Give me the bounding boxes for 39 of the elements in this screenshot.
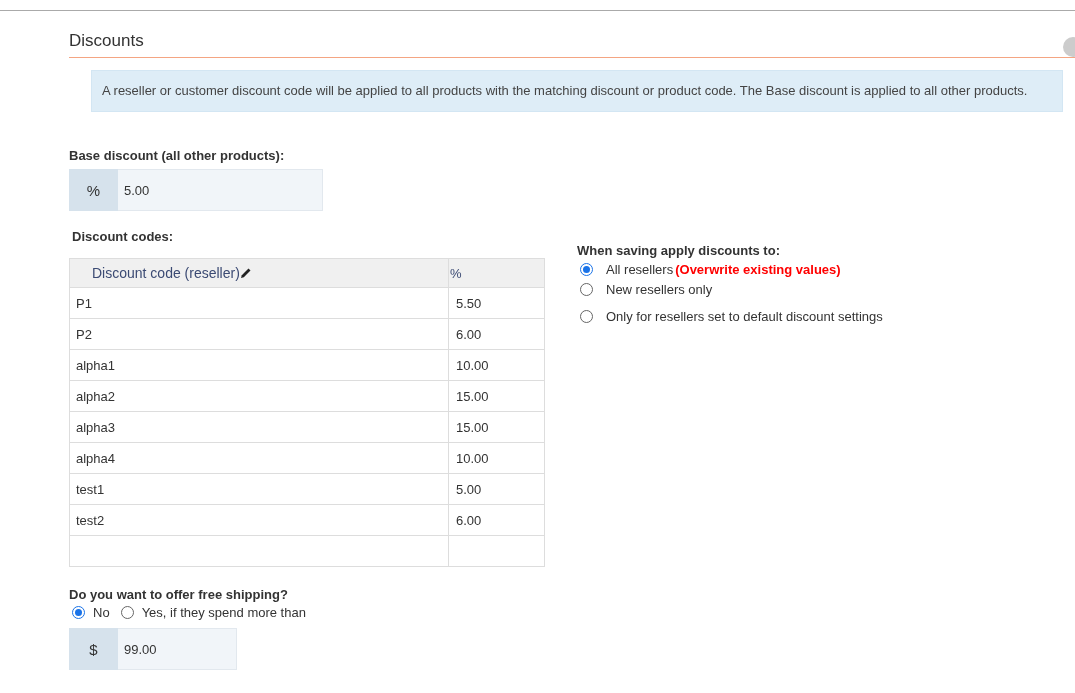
table-cell: test2: [69, 504, 449, 536]
table-cell: 5.00: [448, 473, 545, 505]
section-title: Discounts: [69, 31, 1075, 58]
table-cell: 15.00: [448, 411, 545, 443]
shipping-amount-field[interactable]: 99.00: [118, 628, 237, 670]
column-header: Discount code (reseller): [69, 258, 449, 288]
radio-button[interactable]: [580, 310, 593, 323]
field-label: Discount codes:: [72, 229, 175, 244]
option-label: Only for resellers set to default discount settings: [606, 309, 883, 324]
info-message: A reseller or customer discount code will be applied to all products with the matching discount or product code. The Base discount is applied to all other products.: [91, 70, 1063, 112]
table-cell: 6.00: [448, 318, 545, 350]
pencil-icon[interactable]: [239, 267, 252, 279]
radio-button[interactable]: [580, 263, 593, 276]
option-label: Yes, if they spend more than: [141, 605, 306, 620]
table-cell: P2: [69, 318, 449, 350]
column-header: %: [448, 258, 545, 288]
table-cell: alpha4: [69, 442, 449, 474]
percent-addon: %: [69, 169, 118, 211]
table-cell: alpha3: [69, 411, 449, 443]
table-cell: alpha2: [69, 380, 449, 412]
radio-button[interactable]: [580, 283, 593, 296]
table-cell: P1: [69, 287, 449, 319]
table-cell: alpha1: [69, 349, 449, 381]
base-discount-field[interactable]: 5.00: [118, 169, 323, 211]
table-cell: 5.50: [448, 287, 545, 319]
table-cell: 15.00: [448, 380, 545, 412]
field-label: Base discount (all other products):: [69, 148, 286, 163]
field-label: When saving apply discounts to:: [577, 243, 781, 258]
radio-button[interactable]: [72, 606, 85, 619]
option-label: All resellers(Overwrite existing values): [606, 262, 841, 277]
dollar-addon: $: [69, 628, 118, 670]
table-cell: test1: [69, 473, 449, 505]
table-cell: 6.00: [448, 504, 545, 536]
table-cell: 10.00: [448, 442, 545, 474]
table-cell: 10.00: [448, 349, 545, 381]
option-label: No: [93, 605, 110, 620]
option-label: New resellers only: [606, 282, 713, 297]
field-label: Do you want to offer free shipping?: [69, 587, 289, 602]
radio-button[interactable]: [120, 606, 134, 619]
